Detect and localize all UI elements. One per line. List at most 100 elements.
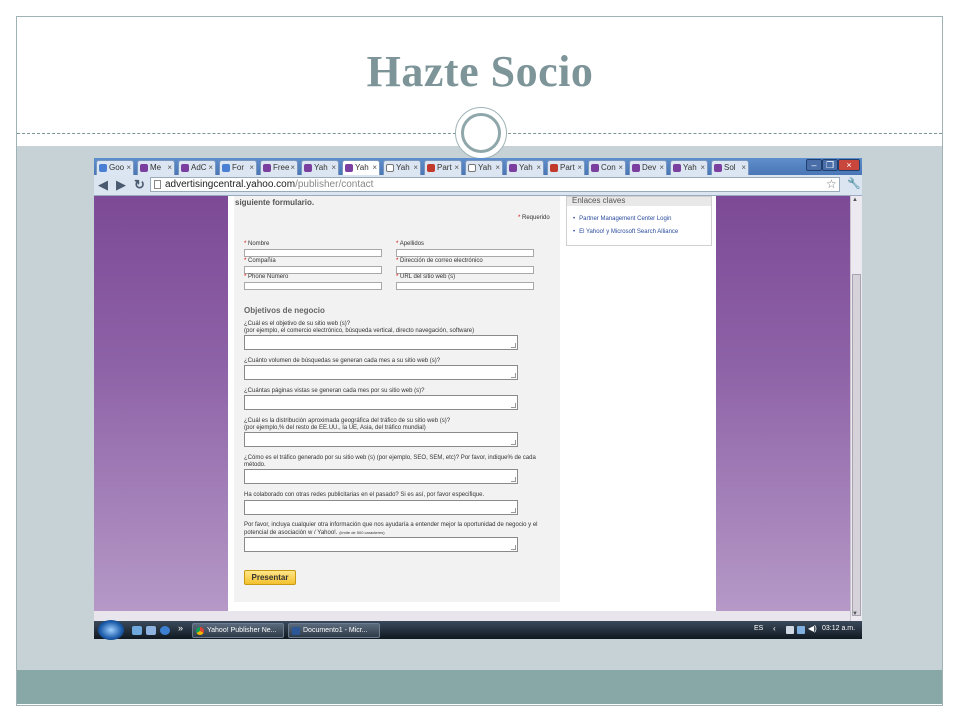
key-links-panel: Enlaces claves Partner Management Center… <box>566 196 712 246</box>
question-2-textarea[interactable] <box>244 365 518 380</box>
yahoo-icon <box>345 164 353 172</box>
tray-expand-icon[interactable]: ‹ <box>773 624 776 633</box>
display-icon[interactable] <box>797 626 805 634</box>
question-label: ¿Cuál es la distribución aproximada geog… <box>244 418 451 431</box>
browser-tab[interactable]: Dev × <box>629 160 667 175</box>
browser-tab[interactable]: Me × <box>137 160 175 175</box>
close-tab-icon[interactable]: × <box>331 161 336 175</box>
forward-arrow-icon[interactable]: ▶ <box>116 177 126 192</box>
scroll-down-icon[interactable]: ▼ <box>852 611 858 617</box>
browser-tab[interactable]: For × <box>219 160 257 175</box>
volume-icon[interactable]: ◀) <box>808 624 817 633</box>
start-orb[interactable] <box>98 620 124 640</box>
address-bar[interactable]: advertisingcentral.yahoo.com/publisher/c… <box>150 177 840 192</box>
browser-tab[interactable]: AdC × <box>178 160 216 175</box>
reload-icon[interactable]: ↻ <box>134 177 145 192</box>
search-alliance-link[interactable]: El Yahoo! y Microsoft Search Alliance <box>573 229 678 235</box>
apellidos-field[interactable] <box>396 249 534 257</box>
browser-tab[interactable]: Yah × <box>506 160 544 175</box>
submit-button[interactable]: Presentar <box>244 570 296 585</box>
scroll-up-icon[interactable]: ▲ <box>852 197 858 203</box>
horizontal-scrollbar[interactable] <box>94 611 850 621</box>
browser-tab[interactable]: Goo × <box>96 160 134 175</box>
question-label: ¿Cuántas páginas vistas se generan cada … <box>244 388 425 394</box>
desktop-icon[interactable] <box>132 626 142 635</box>
minimize-button[interactable]: – <box>806 159 822 171</box>
ie-icon[interactable] <box>160 626 170 635</box>
browser-tab[interactable]: Yah × <box>301 160 339 175</box>
close-tab-icon[interactable]: × <box>495 161 500 175</box>
phone-field[interactable] <box>244 282 382 290</box>
browser-tab[interactable]: Yah × <box>670 160 708 175</box>
browser-tab[interactable]: Con × <box>588 160 626 175</box>
label-nombre: * Nombre <box>244 241 270 247</box>
close-tab-icon[interactable]: × <box>536 161 541 175</box>
close-tab-icon[interactable]: × <box>290 161 295 175</box>
browser-tab[interactable]: Part × <box>547 160 585 175</box>
question-label: ¿Cómo es el tráfico generado por su siti… <box>244 455 536 468</box>
scroll-thumb[interactable] <box>852 274 861 616</box>
label-email: * Dirección de correo electrónico <box>396 258 483 264</box>
email-field[interactable] <box>396 266 534 274</box>
question-4-textarea[interactable] <box>244 432 518 447</box>
network-icon[interactable] <box>786 626 794 634</box>
section-title: Objetivos de negocio <box>244 306 325 315</box>
close-tab-icon[interactable]: × <box>700 161 705 175</box>
browser-tab[interactable]: Sol × <box>711 160 749 175</box>
browser-tab[interactable]: Yah × <box>465 160 503 175</box>
quicklaunch-expand-icon[interactable]: » <box>178 623 183 633</box>
google-icon <box>99 164 107 172</box>
close-tab-icon[interactable]: × <box>208 161 213 175</box>
yahoo-icon <box>509 164 517 172</box>
question-6-textarea[interactable] <box>244 500 518 515</box>
wrench-icon[interactable]: 🔧 <box>847 178 861 191</box>
browser-tab[interactable]: Part × <box>424 160 462 175</box>
close-tab-icon[interactable]: × <box>454 161 459 175</box>
decorative-circle-ring <box>461 113 501 153</box>
maximize-button[interactable]: ❐ <box>822 159 838 171</box>
clock[interactable]: 03:12 a.m. <box>822 625 855 632</box>
required-note: * Requerido <box>518 215 550 221</box>
browser-tab[interactable]: Free × <box>260 160 298 175</box>
footer-band <box>17 670 942 704</box>
question-5-textarea[interactable] <box>244 469 518 484</box>
compania-field[interactable] <box>244 266 382 274</box>
browser-toolbar: ◀ ▶ ↻ advertisingcentral.yahoo.com/publi… <box>94 175 862 196</box>
yahoo-icon <box>714 164 722 172</box>
question-7-textarea[interactable] <box>244 537 518 552</box>
bookmark-star-icon[interactable]: ☆ <box>826 178 837 191</box>
browser-tab[interactable]: Yah × <box>383 160 421 175</box>
arrow-icon <box>222 164 230 172</box>
back-arrow-icon[interactable]: ◀ <box>98 177 108 192</box>
question-label: Ha colaborado con otras redes publicitar… <box>244 492 485 498</box>
taskbar-button-word[interactable]: Documento1 - Micr... <box>288 623 380 638</box>
yahoo-icon <box>427 164 435 172</box>
close-window-button[interactable]: × <box>838 159 860 171</box>
vertical-scrollbar[interactable]: ▲ ▼ <box>850 196 862 621</box>
close-tab-icon[interactable]: × <box>249 161 254 175</box>
question-label: ¿Cuánto volumen de búsquedas se generan … <box>244 358 441 364</box>
printer-icon <box>468 164 476 172</box>
partner-login-link[interactable]: Partner Management Center Login <box>573 216 671 222</box>
browser-tab-active[interactable]: Yah × <box>342 160 380 175</box>
close-tab-icon[interactable]: × <box>126 161 131 175</box>
taskbar-button-chrome[interactable]: Yahoo! Publisher Ne... <box>192 623 284 638</box>
yahoo-icon <box>550 164 558 172</box>
close-tab-icon[interactable]: × <box>413 161 418 175</box>
close-tab-icon[interactable]: × <box>618 161 623 175</box>
close-tab-icon[interactable]: × <box>741 161 746 175</box>
tab-bar: Goo × Me × AdC × For × Free × Yah × Yah × Yah × … <box>94 158 862 175</box>
question-1-textarea[interactable] <box>244 335 518 350</box>
question-3-textarea[interactable] <box>244 395 518 410</box>
close-tab-icon[interactable]: × <box>659 161 664 175</box>
close-tab-icon[interactable]: × <box>577 161 582 175</box>
nombre-field[interactable] <box>244 249 382 257</box>
yahoo-icon <box>591 164 599 172</box>
intro-text: siguiente formulario. <box>235 198 315 207</box>
url-field[interactable] <box>396 282 534 290</box>
language-indicator[interactable]: ES <box>754 625 763 632</box>
close-tab-icon[interactable]: × <box>372 161 377 175</box>
close-tab-icon[interactable]: × <box>167 161 172 175</box>
switch-windows-icon[interactable] <box>146 626 156 635</box>
key-links-title: Enlaces claves <box>567 197 711 206</box>
